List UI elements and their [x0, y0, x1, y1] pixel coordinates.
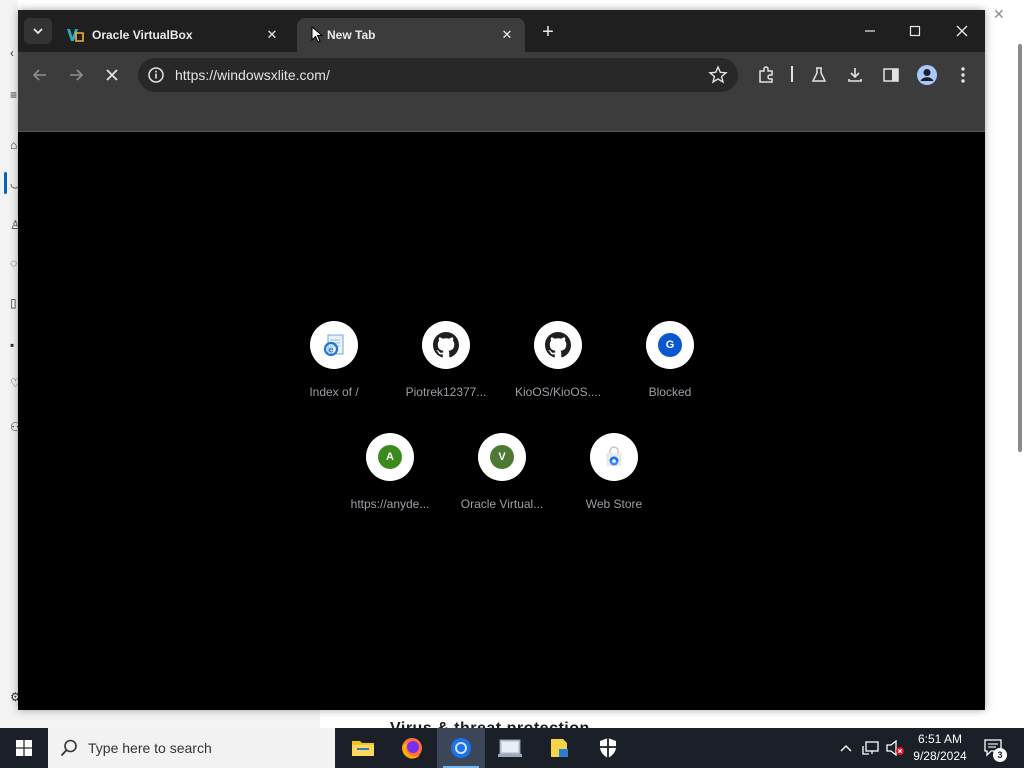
toolbar-divider [791, 66, 793, 82]
stop-loading-icon[interactable] [100, 63, 124, 87]
web-store-icon [606, 446, 622, 466]
background-close-icon[interactable]: ✕ [993, 6, 1005, 23]
tab-title: Oracle VirtualBox [92, 28, 193, 42]
selected-indicator [4, 172, 7, 194]
background-nav-rail: ‹ ≡ ⌂ ◡ ♙ ◌ ▯ ▪ ♡ ⚇ ⚙ [0, 0, 21, 728]
new-tab-plus-icon[interactable]: + [536, 20, 560, 44]
app-control-icon[interactable]: ▯ [10, 296, 17, 310]
more-menu-icon[interactable] [952, 64, 974, 86]
virtualbox-favicon-icon [67, 29, 84, 42]
file-explorer-icon[interactable] [339, 728, 387, 768]
profile-avatar-icon[interactable] [916, 64, 938, 86]
shortcut-icon-circle: G [646, 321, 694, 369]
search-placeholder: Type here to search [88, 740, 212, 756]
network-icon[interactable] [860, 728, 882, 768]
shortcut-label: https://anyde... [350, 497, 430, 511]
notifications-icon[interactable]: 3 [980, 728, 1008, 768]
minimize-icon[interactable] [855, 18, 885, 44]
notification-count-badge: 3 [993, 748, 1007, 762]
side-panel-icon[interactable] [880, 64, 902, 86]
browser-toolbar: https://windowsxlite.com/ [18, 52, 985, 98]
shortcut-label: Oracle Virtual... [460, 497, 544, 511]
shortcut-tile[interactable]: V Oracle Virtual... [446, 433, 558, 523]
maximize-icon[interactable] [900, 18, 930, 44]
shortcut-label: KioOS/KioOS.... [514, 385, 602, 399]
letter-avatar-icon: G [658, 333, 682, 357]
github-icon [545, 332, 571, 358]
clock-date: 9/28/2024 [913, 749, 967, 763]
site-info-icon[interactable] [146, 65, 166, 85]
shortcut-icon-circle: e [310, 321, 358, 369]
virtualbox-icon[interactable] [486, 728, 534, 768]
shortcut-tile[interactable]: A https://anyde... [334, 433, 446, 523]
bookmark-star-icon[interactable] [708, 65, 728, 85]
github-icon [433, 332, 459, 358]
background-nav-footer [18, 710, 320, 728]
shortcut-tile[interactable]: Web Store [558, 433, 670, 523]
firefox-icon[interactable] [388, 728, 436, 768]
shortcut-icon-circle: V [478, 433, 526, 481]
svg-text:e: e [328, 345, 333, 355]
shortcut-icon-circle [422, 321, 470, 369]
security-shield-icon[interactable] [584, 728, 632, 768]
browser-window: Oracle VirtualBox ✕ New Tab ✕ + https://… [18, 10, 985, 710]
show-hidden-icons-chevron-up-icon[interactable] [836, 728, 856, 768]
tab-oracle-virtualbox[interactable]: Oracle VirtualBox ✕ [58, 18, 290, 52]
background-scrollbar[interactable] [1018, 44, 1022, 452]
tab-new-tab[interactable]: New Tab ✕ [297, 18, 525, 52]
system-clock[interactable]: 6:51 AM 9/28/2024 [898, 731, 982, 765]
shortcut-tile[interactable]: KioOS/KioOS.... [502, 321, 614, 411]
menu-icon[interactable]: ≡ [10, 88, 17, 102]
ie-document-icon: e [323, 334, 344, 357]
clock-time: 6:51 AM [917, 732, 963, 746]
taskbar: Type here to search 6:51 AM 9/28/2024 3 [0, 728, 1024, 768]
new-tab-page: e Index of / Piotrek12377... KioOS/KioOS… [18, 132, 985, 710]
letter-avatar-icon: V [490, 445, 514, 469]
bookmarks-bar [18, 98, 985, 132]
tab-strip: Oracle VirtualBox ✕ New Tab ✕ + [18, 10, 985, 52]
address-bar[interactable]: https://windowsxlite.com/ [138, 58, 738, 92]
labs-flask-icon[interactable] [808, 64, 830, 86]
shortcut-tile[interactable]: Piotrek12377... [390, 321, 502, 411]
download-icon[interactable] [844, 64, 866, 86]
tab-close-icon[interactable]: ✕ [262, 25, 282, 45]
shortcut-tile[interactable]: e Index of / [278, 321, 390, 411]
tab-close-icon[interactable]: ✕ [497, 25, 517, 45]
shortcut-icon-circle [534, 321, 582, 369]
close-window-icon[interactable] [947, 18, 977, 44]
chevron-down-icon [33, 28, 43, 35]
shortcut-label: Piotrek12377... [405, 385, 487, 399]
address-url-text: https://windowsxlite.com/ [175, 67, 330, 83]
shortcut-icon-circle [590, 433, 638, 481]
shortcut-label: Index of / [309, 385, 359, 399]
letter-avatar-icon: A [378, 445, 402, 469]
firewall-icon[interactable]: ◌ [10, 256, 17, 270]
back-icon[interactable]: ‹ [10, 46, 14, 60]
notes-icon[interactable] [535, 728, 583, 768]
shortcut-label: Web Store [585, 497, 643, 511]
start-windows-icon[interactable] [0, 728, 48, 768]
device-security-icon[interactable]: ▪ [10, 338, 14, 352]
home-icon[interactable]: ⌂ [10, 138, 17, 152]
shortcut-icon-circle: A [366, 433, 414, 481]
tab-search-button[interactable] [24, 18, 52, 44]
mouse-cursor-icon [311, 26, 324, 43]
chrome-icon[interactable] [437, 728, 485, 768]
back-arrow-icon[interactable] [28, 63, 52, 87]
shortcut-tile[interactable]: G Blocked [614, 321, 726, 411]
taskbar-search-box[interactable]: Type here to search [48, 728, 335, 768]
search-icon [60, 739, 77, 757]
tab-title: New Tab [327, 28, 376, 42]
forward-arrow-icon[interactable] [64, 63, 88, 87]
extensions-puzzle-icon[interactable] [755, 64, 777, 86]
shortcut-label: Blocked [648, 385, 692, 399]
